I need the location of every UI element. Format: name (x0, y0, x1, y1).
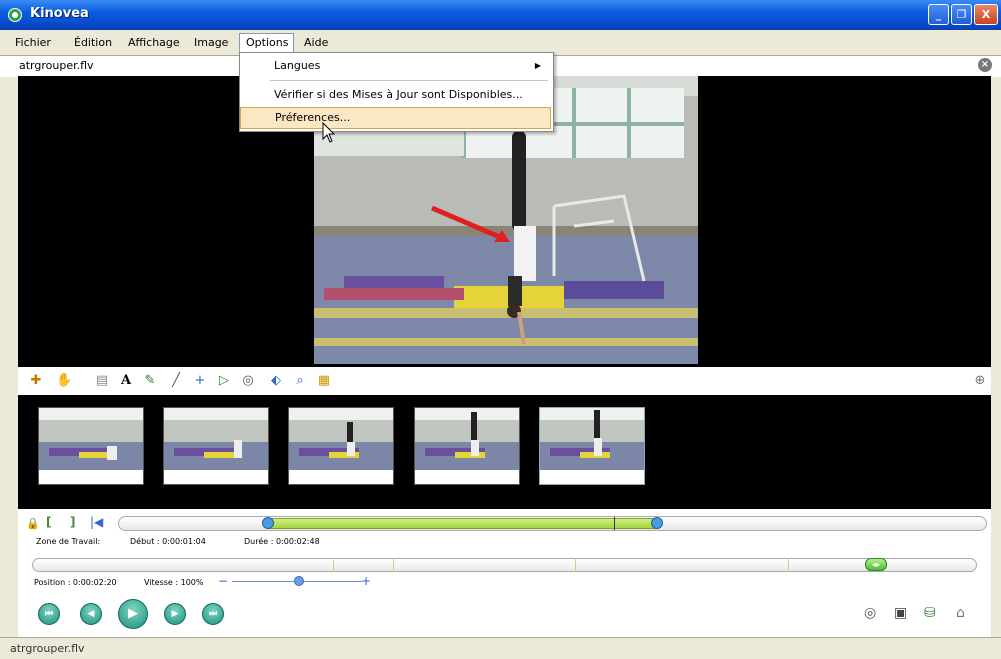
menu-affichage[interactable]: Affichage (122, 34, 186, 52)
previous-frame-icon: ◀ (87, 609, 95, 619)
menu-aide[interactable]: Aide (298, 34, 334, 52)
working-zone-duration: Durée : 0:00:02:48 (244, 537, 320, 546)
status-text: atrgrouper.flv (10, 642, 85, 655)
menu-item-label: Langues (274, 59, 321, 72)
play-button[interactable]: ▶ (118, 599, 148, 629)
first-frame-icon: ⏮ (44, 609, 54, 619)
working-zone-selection[interactable] (268, 518, 658, 529)
to-selection-start-icon[interactable]: |◀ (90, 515, 103, 529)
menu-item-langues[interactable]: Langues ▶ (240, 55, 551, 77)
keyframe-marker (393, 558, 394, 572)
menu-item-check-updates[interactable]: Vérifier si des Mises à Jour sont Dispon… (240, 84, 551, 106)
status-bar: atrgrouper.flv (0, 637, 1001, 659)
keyframe-time: 0:00:00:92 (194, 474, 238, 483)
text-icon[interactable]: A (118, 373, 134, 389)
maximize-button[interactable]: ❐ (951, 4, 972, 25)
previous-frame-button[interactable]: ◀ (80, 603, 102, 625)
fullscreen-icon[interactable]: ⌂ (956, 605, 965, 621)
keyframe-time: 0:00:02:20 (570, 474, 614, 483)
minimize-button[interactable]: _ (928, 4, 949, 25)
menu-edition[interactable]: Édition (68, 34, 118, 52)
magnifier-icon[interactable]: ⌕ (292, 373, 308, 389)
sync-icon[interactable]: ◎ (864, 605, 876, 621)
keyframe-image (540, 408, 644, 470)
close-window-button[interactable]: X (974, 4, 998, 25)
close-file-icon[interactable]: × (978, 58, 992, 72)
lock-icon[interactable]: 🔒 (26, 517, 40, 530)
keyframe-image (289, 408, 393, 470)
keyframe-marker (788, 558, 789, 572)
keyframe-image (164, 408, 268, 470)
menu-item-label: Vérifier si des Mises à Jour sont Dispon… (274, 88, 523, 101)
chrono-icon[interactable]: ◎ (240, 373, 256, 389)
options-dropdown-menu: Langues ▶ Vérifier si des Mises à Jour s… (239, 52, 554, 132)
speed-label: Vitesse : 100% (144, 578, 204, 587)
keyframe-thumbnail[interactable]: 0:00:01:96 (414, 407, 520, 485)
collapse-panel-icon[interactable]: ⊕ (972, 373, 988, 389)
last-frame-icon: ⏭ (208, 609, 218, 619)
keyframe-thumbnail-selected[interactable]: 0:00:02:20 (539, 407, 645, 485)
menu-bar: Fichier Édition Affichage Image Options … (0, 30, 1001, 54)
menu-fichier[interactable]: Fichier (9, 34, 57, 52)
submenu-arrow-icon: ▶ (534, 61, 541, 70)
keyframe-thumbnail[interactable]: 0:00:01:40 (288, 407, 394, 485)
hand-icon[interactable]: ✋ (56, 373, 72, 389)
menu-separator (270, 80, 548, 81)
keyframe-marker (575, 558, 576, 572)
play-icon: ▶ (128, 606, 138, 621)
keyframe-image (39, 408, 143, 470)
position-cursor[interactable]: ◂▸ (865, 558, 887, 571)
grid-icon[interactable]: ⬖ (268, 373, 284, 389)
working-zone-cursor (614, 517, 615, 530)
file-name: atrgrouper.flv (19, 59, 94, 72)
first-frame-button[interactable]: ⏮ (38, 603, 60, 625)
title-bar[interactable]: Kinovea _ ❐ X (0, 0, 1001, 30)
working-zone-start: Début : 0:00:01:04 (130, 537, 206, 546)
set-start-icon[interactable]: [ (46, 515, 51, 529)
next-frame-button[interactable]: ▶ (164, 603, 186, 625)
video-export-icon[interactable]: ⛁ (924, 605, 936, 621)
menu-item-label: Préferences... (275, 111, 351, 124)
menu-image[interactable]: Image (188, 34, 234, 52)
player-controls: 🔒 [ ] |◀ Zone de Travail: Début : 0:00:0… (18, 509, 991, 637)
add-keyframe-icon[interactable]: ✚ (28, 373, 44, 389)
snapshot-icon[interactable]: ▣ (894, 605, 907, 621)
zone-start-handle[interactable] (262, 517, 274, 529)
keyframe-time: 0:00:00:76 (69, 474, 113, 483)
last-frame-button[interactable]: ⏭ (202, 603, 224, 625)
color-profile-icon[interactable]: ▦ (316, 373, 332, 389)
menu-item-preferences[interactable]: Préferences... (240, 107, 551, 129)
keyframe-time: 0:00:01:96 (445, 474, 489, 483)
line-icon[interactable]: ╱ (168, 373, 184, 389)
keyframe-marker (333, 558, 334, 572)
set-end-icon[interactable]: ] (70, 515, 75, 529)
speed-plus-button[interactable]: + (361, 574, 371, 588)
keyframe-strip: 0:00:00:76 0:00:00:92 0:00:01:40 0:00:01… (18, 395, 991, 509)
next-frame-icon: ▶ (171, 609, 179, 619)
pencil-icon[interactable]: ✎ (142, 373, 158, 389)
cross-icon[interactable]: + (192, 373, 208, 389)
position-track[interactable] (32, 558, 977, 572)
speed-slider-thumb[interactable] (294, 576, 304, 586)
speed-minus-button[interactable]: − (218, 574, 228, 588)
angle-icon[interactable]: ▷ (216, 373, 232, 389)
keyframe-thumbnail[interactable]: 0:00:00:76 (38, 407, 144, 485)
working-zone-label: Zone de Travail: (36, 537, 101, 546)
menu-options[interactable]: Options (239, 33, 294, 53)
position-label: Position : 0:00:02:20 (34, 578, 117, 587)
comment-icon[interactable]: ▤ (94, 373, 110, 389)
kinovea-app-icon (8, 8, 22, 22)
window-title: Kinovea (30, 6, 89, 21)
keyframe-thumbnail[interactable]: 0:00:00:92 (163, 407, 269, 485)
keyframe-image (415, 408, 519, 470)
zone-end-handle[interactable] (651, 517, 663, 529)
mouse-pointer-icon (322, 122, 336, 143)
drawing-toolbar: ✚ ✋ ▤ A ✎ ╱ + ▷ ◎ ⬖ ⌕ ▦ ⊕ (18, 367, 991, 395)
keyframe-time: 0:00:01:40 (319, 474, 363, 483)
